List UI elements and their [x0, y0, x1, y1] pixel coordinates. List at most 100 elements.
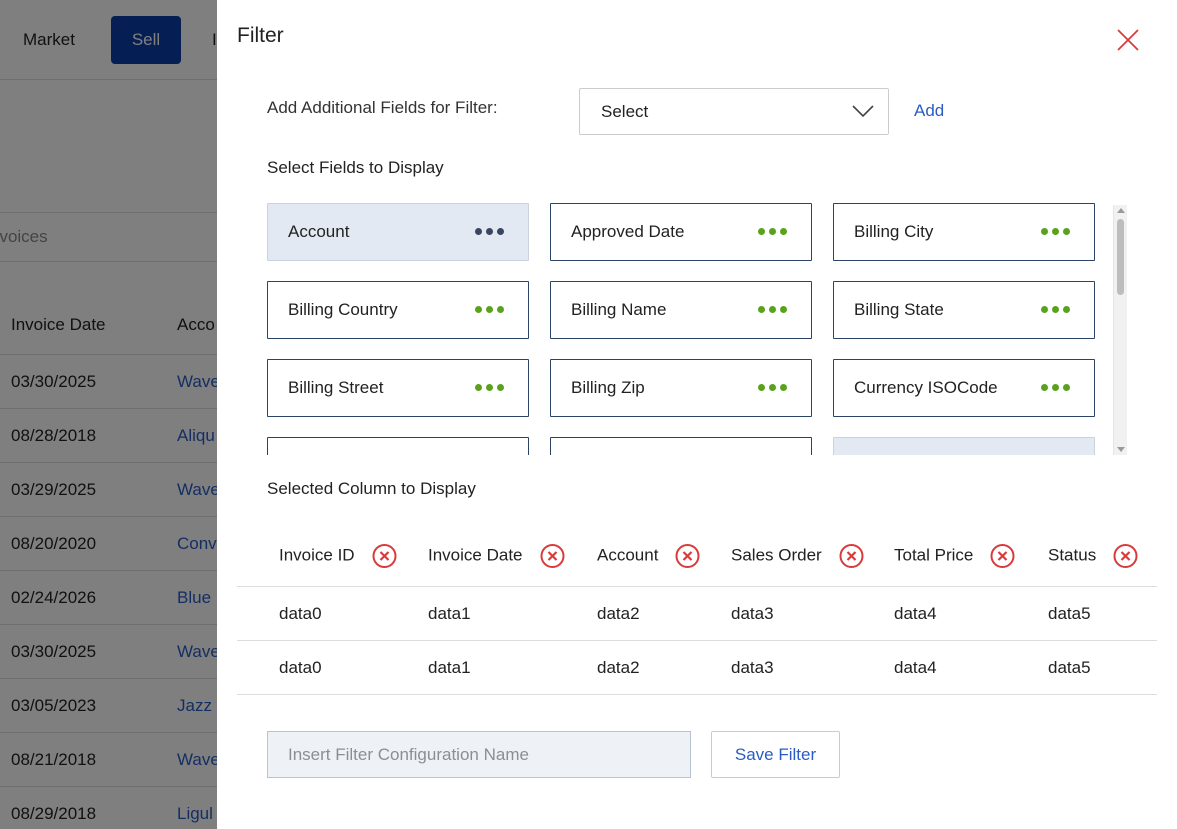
select-value: Select: [601, 102, 649, 121]
more-options-icon[interactable]: [758, 228, 787, 235]
column-chip: Status: [1048, 543, 1138, 568]
field-card[interactable]: Currency ISOCode: [833, 359, 1095, 417]
table-cell: data2: [597, 657, 640, 677]
column-name: Status: [1048, 545, 1097, 565]
fields-list: Account Approved Date Billing City Billing …: [267, 203, 1095, 455]
dot: [1041, 306, 1048, 313]
remove-column-icon[interactable]: [990, 543, 1015, 568]
dot: [758, 306, 765, 313]
more-options-icon[interactable]: [475, 228, 504, 235]
dot: [1052, 306, 1059, 313]
add-field-link[interactable]: Add: [914, 101, 944, 121]
table-cell: data5: [1048, 657, 1091, 677]
remove-column-icon[interactable]: [372, 543, 397, 568]
fields-section-label: Select Fields to Display: [267, 158, 444, 177]
columns-header-row: Invoice ID Invoice Date Account Sales Order…: [237, 525, 1157, 587]
remove-column-icon[interactable]: [1113, 543, 1138, 568]
column-name: Invoice ID: [279, 545, 355, 565]
table-cell: data2: [597, 603, 640, 623]
field-card-label: Billing Zip: [571, 378, 645, 397]
dot: [769, 384, 776, 391]
scroll-up-icon[interactable]: [1117, 208, 1125, 213]
table-cell: data1: [428, 657, 471, 677]
column-chip: Invoice Date: [428, 543, 565, 568]
dot: [780, 384, 787, 391]
fields-grid: Account Approved Date Billing City Billing …: [267, 203, 1095, 455]
field-card-label: Billing Country: [288, 300, 398, 319]
column-chip: Account: [597, 543, 700, 568]
field-card[interactable]: [833, 437, 1095, 455]
more-options-icon[interactable]: [1041, 384, 1070, 391]
dot: [758, 228, 765, 235]
field-card[interactable]: Account: [267, 203, 529, 261]
more-options-icon[interactable]: [1041, 306, 1070, 313]
column-chip: Sales Order: [731, 543, 864, 568]
field-card[interactable]: Billing Zip: [550, 359, 812, 417]
dot: [486, 306, 493, 313]
field-card-label: Currency ISOCode: [854, 378, 998, 397]
field-card-label: Billing City: [854, 222, 934, 241]
remove-column-icon[interactable]: [839, 543, 864, 568]
dot: [475, 228, 482, 235]
scroll-down-icon[interactable]: [1117, 447, 1125, 452]
dot: [1063, 306, 1070, 313]
add-fields-label: Add Additional Fields for Filter:: [267, 98, 498, 117]
more-options-icon[interactable]: [1041, 228, 1070, 235]
dot: [769, 306, 776, 313]
table-cell: data5: [1048, 603, 1091, 623]
table-cell: data3: [731, 603, 774, 623]
field-card[interactable]: [550, 437, 812, 455]
dot: [758, 384, 765, 391]
table-cell: data4: [894, 603, 937, 623]
table-row: data0 data1 data2 data3 data4 data5: [237, 587, 1157, 641]
field-card-label: Billing Street: [288, 378, 384, 397]
more-options-icon[interactable]: [758, 306, 787, 313]
dot: [475, 384, 482, 391]
selected-columns-table: Invoice ID Invoice Date Account Sales Order…: [237, 525, 1157, 695]
dot: [497, 384, 504, 391]
columns-section-label: Selected Column to Display: [267, 479, 476, 498]
dot: [475, 306, 482, 313]
table-cell: data1: [428, 603, 471, 623]
column-chip: Invoice ID: [279, 543, 397, 568]
column-name: Sales Order: [731, 545, 822, 565]
column-name: Account: [597, 545, 659, 565]
field-card-label: Billing Name: [571, 300, 667, 319]
dot: [486, 228, 493, 235]
field-card[interactable]: [267, 437, 529, 455]
additional-fields-select[interactable]: Select: [579, 88, 889, 135]
field-card-label: Billing State: [854, 300, 944, 319]
field-card[interactable]: Billing Country: [267, 281, 529, 339]
more-options-icon[interactable]: [758, 384, 787, 391]
field-card[interactable]: Billing Street: [267, 359, 529, 417]
dot: [486, 384, 493, 391]
table-cell: data0: [279, 603, 322, 623]
dot: [769, 228, 776, 235]
column-name: Total Price: [894, 545, 974, 565]
save-filter-button[interactable]: Save Filter: [711, 731, 840, 778]
field-card-label: Approved Date: [571, 222, 685, 241]
more-options-icon[interactable]: [475, 306, 504, 313]
filter-drawer: Filter Add Additional Fields for Filter:…: [217, 0, 1177, 829]
fields-scrollbar[interactable]: [1113, 205, 1127, 455]
dot: [1052, 384, 1059, 391]
dot: [780, 306, 787, 313]
field-card[interactable]: Billing Name: [550, 281, 812, 339]
remove-column-icon[interactable]: [675, 543, 700, 568]
dot: [1052, 228, 1059, 235]
scrollbar-thumb[interactable]: [1117, 219, 1124, 295]
field-card[interactable]: Billing State: [833, 281, 1095, 339]
chevron-down-icon: [852, 105, 874, 118]
table-cell: data0: [279, 657, 322, 677]
dot: [1041, 384, 1048, 391]
column-chip: Total Price: [894, 543, 1015, 568]
dot: [1041, 228, 1048, 235]
filter-config-name-input[interactable]: [267, 731, 691, 778]
dot: [497, 306, 504, 313]
remove-column-icon[interactable]: [540, 543, 565, 568]
more-options-icon[interactable]: [475, 384, 504, 391]
field-card[interactable]: Billing City: [833, 203, 1095, 261]
field-card[interactable]: Approved Date: [550, 203, 812, 261]
close-icon[interactable]: [1115, 27, 1141, 53]
table-row: data0 data1 data2 data3 data4 data5: [237, 641, 1157, 695]
